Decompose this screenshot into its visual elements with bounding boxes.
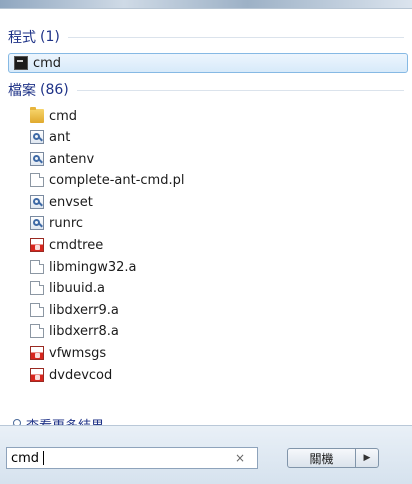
exe-icon bbox=[30, 238, 44, 252]
file-item-label: libuuid.a bbox=[49, 280, 105, 296]
files-group-divider bbox=[76, 89, 404, 91]
cmd-icon bbox=[14, 56, 28, 70]
file-item-dvdevcod[interactable]: dvdevcod bbox=[30, 365, 112, 385]
files-group-header[interactable]: 檔案 (86) bbox=[8, 80, 404, 100]
file-item-label: cmdtree bbox=[49, 237, 104, 253]
program-item-label: cmd bbox=[33, 55, 62, 71]
shutdown-options-arrow-icon[interactable]: ▶ bbox=[356, 453, 378, 463]
script-icon bbox=[30, 152, 44, 166]
file-item-vfwmsgs[interactable]: vfwmsgs bbox=[30, 343, 106, 363]
script-icon bbox=[30, 195, 44, 209]
file-item-label: libdxerr8.a bbox=[49, 323, 119, 339]
file-item-antenv[interactable]: antenv bbox=[30, 149, 94, 169]
search-bar-area: × 關機 ▶ bbox=[0, 425, 412, 484]
programs-group-label: 程式 bbox=[8, 30, 36, 46]
file-icon bbox=[30, 260, 44, 274]
files-group-count: (86) bbox=[40, 82, 69, 98]
file-item-cmd-folder[interactable]: cmd bbox=[30, 106, 77, 126]
file-icon bbox=[30, 303, 44, 317]
programs-group-header[interactable]: 程式 (1) bbox=[8, 27, 404, 47]
file-item-libdxerr9[interactable]: libdxerr9.a bbox=[30, 300, 119, 320]
file-item-label: runrc bbox=[49, 215, 84, 231]
clear-search-icon[interactable]: × bbox=[235, 451, 245, 465]
file-item-label: ant bbox=[49, 129, 71, 145]
file-item-complete-ant-cmd[interactable]: complete-ant-cmd.pl bbox=[30, 170, 184, 190]
file-item-label: cmd bbox=[49, 108, 78, 124]
file-icon bbox=[30, 173, 44, 187]
script-icon bbox=[30, 130, 44, 144]
files-group-label: 檔案 bbox=[8, 83, 36, 99]
file-item-label: vfwmsgs bbox=[49, 345, 107, 361]
file-item-libdxerr8[interactable]: libdxerr8.a bbox=[30, 321, 119, 341]
file-item-ant[interactable]: ant bbox=[30, 127, 70, 147]
folder-icon bbox=[30, 107, 44, 123]
search-results-panel: 程式 (1) cmd 檔案 (86) cmd ant antenv comple… bbox=[0, 8, 412, 434]
file-item-label: dvdevcod bbox=[49, 367, 113, 383]
file-item-label: libmingw32.a bbox=[49, 259, 137, 275]
script-icon bbox=[30, 216, 44, 230]
program-item-cmd[interactable]: cmd bbox=[8, 53, 408, 73]
file-item-label: antenv bbox=[49, 151, 95, 167]
exe-icon bbox=[30, 346, 44, 360]
file-item-runrc[interactable]: runrc bbox=[30, 213, 83, 233]
exe-icon bbox=[30, 368, 44, 382]
file-item-label: envset bbox=[49, 194, 93, 210]
file-icon bbox=[30, 281, 44, 295]
shutdown-button[interactable]: 關機 bbox=[288, 450, 355, 467]
file-item-cmdtree[interactable]: cmdtree bbox=[30, 235, 103, 255]
file-item-envset[interactable]: envset bbox=[30, 192, 93, 212]
search-box[interactable]: × bbox=[6, 447, 258, 469]
text-caret bbox=[43, 451, 44, 465]
search-input[interactable] bbox=[7, 449, 221, 467]
shutdown-button-group: 關機 ▶ bbox=[287, 448, 379, 468]
file-item-libuuid[interactable]: libuuid.a bbox=[30, 278, 105, 298]
file-item-label: complete-ant-cmd.pl bbox=[49, 172, 185, 188]
window-top-edge bbox=[0, 0, 412, 8]
file-icon bbox=[30, 324, 44, 338]
programs-group-count: (1) bbox=[40, 29, 60, 45]
programs-group-divider bbox=[67, 36, 404, 38]
file-item-label: libdxerr9.a bbox=[49, 302, 119, 318]
file-item-libmingw32[interactable]: libmingw32.a bbox=[30, 257, 137, 277]
